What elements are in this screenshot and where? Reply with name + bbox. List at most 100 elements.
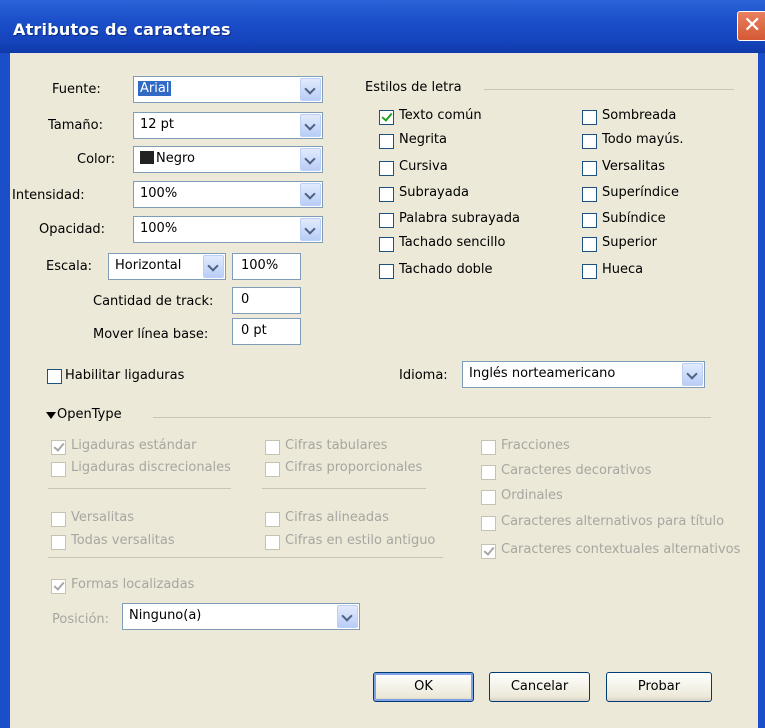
divider bbox=[484, 89, 734, 90]
ot-col1-label-3: Todas versalitas bbox=[71, 533, 175, 548]
color-label: Color: bbox=[77, 152, 116, 167]
chevron-down-icon[interactable] bbox=[300, 183, 321, 206]
style-left-label-1: Negrita bbox=[399, 132, 447, 147]
style-left-checkbox-4[interactable] bbox=[379, 213, 394, 228]
ot-col3-label-1: Caracteres decorativos bbox=[501, 463, 652, 478]
style-right-checkbox-5[interactable] bbox=[582, 237, 597, 252]
style-right-label-3: Superíndice bbox=[602, 185, 679, 200]
close-button[interactable]: ✕ bbox=[737, 11, 765, 41]
ot-col2-label-1: Cifras proporcionales bbox=[285, 460, 423, 475]
color-select[interactable]: Negro bbox=[133, 146, 323, 173]
style-right-label-0: Sombreada bbox=[602, 108, 677, 123]
chevron-down-icon[interactable] bbox=[337, 605, 358, 628]
style-right-label-4: Subíndice bbox=[602, 211, 666, 226]
baseline-input[interactable]: 0 pt bbox=[232, 318, 301, 345]
ligatures-checkbox[interactable] bbox=[47, 369, 62, 384]
chevron-down-icon[interactable] bbox=[300, 78, 321, 101]
font-select[interactable]: Arial bbox=[133, 76, 323, 103]
styles-heading: Estilos de letra bbox=[365, 80, 462, 95]
intensity-label: Intensidad: bbox=[12, 188, 85, 203]
cancel-button[interactable]: Cancelar bbox=[489, 672, 590, 702]
scale-select[interactable]: Horizontal bbox=[108, 253, 226, 280]
ot-formas-label-0: Formas localizadas bbox=[71, 577, 195, 592]
ot-col2-checkbox-1[interactable] bbox=[265, 462, 280, 477]
opacity-select[interactable]: 100% bbox=[133, 216, 323, 243]
scale-label: Escala: bbox=[46, 259, 93, 274]
tracking-label: Cantidad de track: bbox=[93, 294, 214, 309]
ot-col2-label-3: Cifras en estilo antiguo bbox=[285, 533, 436, 548]
language-label: Idioma: bbox=[399, 368, 448, 383]
style-left-checkbox-2[interactable] bbox=[379, 161, 394, 176]
ot-col3-checkbox-0[interactable] bbox=[481, 440, 496, 455]
chevron-down-icon[interactable] bbox=[682, 363, 703, 386]
ot-col1-label-0: Ligaduras estándar bbox=[71, 438, 197, 453]
ot-col1-checkbox-3[interactable] bbox=[51, 535, 66, 550]
font-label: Fuente: bbox=[52, 82, 101, 97]
style-left-checkbox-3[interactable] bbox=[379, 187, 394, 202]
style-right-checkbox-2[interactable] bbox=[582, 161, 597, 176]
ot-col3-label-2: Ordinales bbox=[501, 488, 563, 503]
style-left-checkbox-0[interactable] bbox=[379, 110, 394, 125]
collapse-triangle-icon[interactable] bbox=[46, 412, 56, 419]
window-title: Atributos de caracteres bbox=[13, 20, 231, 39]
color-swatch bbox=[140, 151, 154, 164]
ot-col1-checkbox-2[interactable] bbox=[51, 512, 66, 527]
window-frame-left bbox=[0, 53, 10, 728]
ot-col2-checkbox-2[interactable] bbox=[265, 512, 280, 527]
style-left-checkbox-1[interactable] bbox=[379, 134, 394, 149]
ot-col2-label-2: Cifras alineadas bbox=[285, 510, 389, 525]
ot-col2-checkbox-0[interactable] bbox=[265, 440, 280, 455]
divider bbox=[153, 417, 711, 418]
position-select[interactable]: Ninguno(a) bbox=[122, 603, 360, 630]
style-left-label-6: Tachado doble bbox=[399, 262, 493, 277]
ot-col3-checkbox-3[interactable] bbox=[481, 516, 496, 531]
chevron-down-icon[interactable] bbox=[300, 148, 321, 171]
ot-col1-checkbox-1[interactable] bbox=[51, 462, 66, 477]
ot-col3-checkbox-2[interactable] bbox=[481, 490, 496, 505]
intensity-value: 100% bbox=[140, 186, 178, 201]
style-left-label-4: Palabra subrayada bbox=[399, 211, 520, 226]
ot-col2-checkbox-3[interactable] bbox=[265, 535, 280, 550]
scale-value: Horizontal bbox=[115, 258, 182, 273]
divider bbox=[48, 557, 443, 558]
language-select[interactable]: Inglés norteamericano bbox=[462, 361, 705, 388]
style-left-label-2: Cursiva bbox=[399, 159, 448, 174]
color-value: Negro bbox=[156, 151, 195, 166]
ot-col1-label-2: Versalitas bbox=[71, 510, 135, 525]
opacity-label: Opacidad: bbox=[39, 222, 106, 237]
intensity-select[interactable]: 100% bbox=[133, 181, 323, 208]
style-left-checkbox-5[interactable] bbox=[379, 237, 394, 252]
size-label: Tamaño: bbox=[48, 118, 103, 133]
style-left-label-0: Texto común bbox=[399, 108, 482, 123]
ot-col3-label-4: Caracteres contextuales alternativos bbox=[501, 542, 741, 557]
style-right-checkbox-6[interactable] bbox=[582, 264, 597, 279]
chevron-down-icon[interactable] bbox=[203, 255, 224, 278]
ot-col3-checkbox-1[interactable] bbox=[481, 465, 496, 480]
chevron-down-icon[interactable] bbox=[300, 218, 321, 241]
font-value: Arial bbox=[138, 81, 172, 96]
style-right-checkbox-3[interactable] bbox=[582, 187, 597, 202]
style-left-checkbox-6[interactable] bbox=[379, 264, 394, 279]
opentype-heading[interactable]: OpenType bbox=[57, 407, 122, 422]
style-right-checkbox-4[interactable] bbox=[582, 213, 597, 228]
scale-percent-input[interactable]: 100% bbox=[232, 253, 301, 280]
style-right-label-2: Versalitas bbox=[602, 159, 666, 174]
ot-col1-checkbox-0[interactable] bbox=[51, 440, 66, 455]
chevron-down-icon[interactable] bbox=[300, 114, 321, 137]
ot-formas-checkbox-0[interactable] bbox=[51, 579, 66, 594]
baseline-label: Mover línea base: bbox=[93, 327, 209, 342]
ot-col2-label-0: Cifras tabulares bbox=[285, 438, 388, 453]
test-button[interactable]: Probar bbox=[606, 672, 712, 702]
ot-col3-checkbox-4[interactable] bbox=[481, 544, 496, 559]
tracking-input[interactable]: 0 bbox=[232, 287, 301, 314]
ot-col3-label-0: Fracciones bbox=[501, 438, 570, 453]
size-select[interactable]: 12 pt bbox=[133, 112, 323, 139]
style-right-checkbox-1[interactable] bbox=[582, 134, 597, 149]
close-icon: ✕ bbox=[743, 13, 762, 38]
style-right-checkbox-0[interactable] bbox=[582, 110, 597, 125]
style-right-label-1: Todo mayús. bbox=[602, 132, 684, 147]
size-value: 12 pt bbox=[140, 117, 175, 132]
style-right-label-6: Hueca bbox=[602, 262, 644, 277]
language-value: Inglés norteamericano bbox=[469, 366, 616, 381]
ok-button[interactable]: OK bbox=[373, 672, 474, 702]
